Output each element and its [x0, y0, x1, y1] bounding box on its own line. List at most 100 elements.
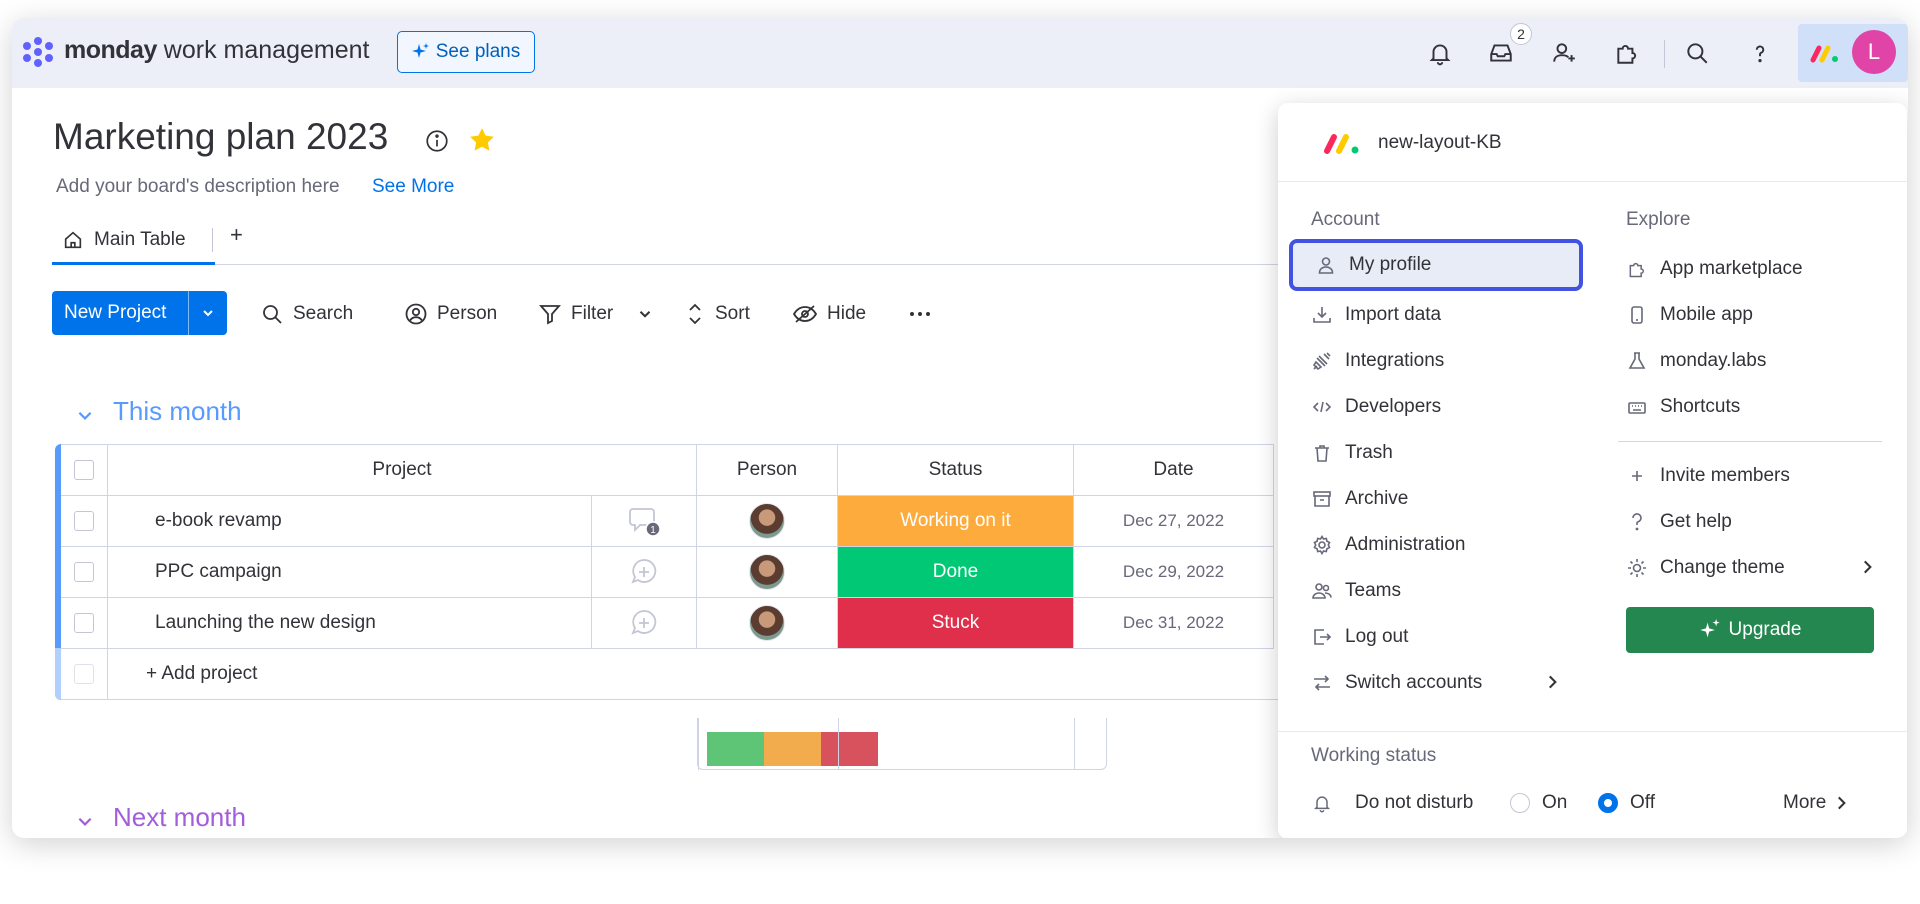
- updates-cell[interactable]: [592, 598, 697, 649]
- menu-item-teams[interactable]: Teams: [1311, 571, 1401, 611]
- add-update-icon: [631, 610, 657, 635]
- menu-item-change-theme[interactable]: Change theme: [1626, 548, 1785, 588]
- menu-item-import-data[interactable]: Import data: [1311, 295, 1441, 335]
- column-header-person[interactable]: Person: [697, 444, 838, 496]
- apps-puzzle-icon[interactable]: [1610, 36, 1644, 70]
- sort-label: Sort: [715, 303, 750, 324]
- summary-segment-working[interactable]: [764, 732, 821, 766]
- column-header-date[interactable]: Date: [1074, 444, 1274, 496]
- project-name-cell[interactable]: PPC campaign: [108, 547, 592, 598]
- person-filter-tool[interactable]: Person: [404, 298, 497, 330]
- help-icon[interactable]: [1743, 36, 1777, 70]
- split-divider: [188, 291, 189, 335]
- sort-tool[interactable]: Sort: [684, 298, 750, 330]
- add-project-input[interactable]: + Add project: [108, 649, 1295, 700]
- see-more-link[interactable]: See More: [372, 176, 454, 198]
- updates-cell[interactable]: 1: [592, 496, 697, 547]
- menu-item-label: Shortcuts: [1660, 396, 1741, 417]
- menu-item-integrations[interactable]: Integrations: [1311, 341, 1444, 381]
- menu-item-monday-labs[interactable]: monday.labs: [1626, 341, 1766, 381]
- project-name-cell[interactable]: e-book revamp: [108, 496, 592, 547]
- filter-label: Filter: [571, 303, 614, 324]
- add-row-checkbox-cell: [61, 649, 108, 700]
- menu-item-label: Change theme: [1660, 557, 1785, 578]
- status-cell[interactable]: Stuck: [838, 598, 1074, 649]
- menu-item-mobile-app[interactable]: Mobile app: [1626, 295, 1753, 335]
- row-checkbox[interactable]: [74, 562, 94, 582]
- tab-main-table[interactable]: Main Table: [52, 216, 214, 264]
- filter-tool[interactable]: Filter: [538, 298, 613, 330]
- menu-item-administration[interactable]: Administration: [1311, 525, 1465, 565]
- upgrade-button[interactable]: Upgrade: [1626, 607, 1874, 653]
- radio-off-selected[interactable]: [1598, 793, 1618, 813]
- person-cell[interactable]: [697, 496, 838, 547]
- search-icon[interactable]: [1680, 36, 1714, 70]
- menu-item-my-profile[interactable]: My profile: [1289, 239, 1583, 291]
- chevron-down-icon[interactable]: [76, 812, 94, 830]
- menu-item-trash[interactable]: Trash: [1311, 433, 1393, 473]
- more-label: More: [1783, 792, 1827, 813]
- app-window: monday work management See plans 2 L Mar…: [12, 18, 1908, 838]
- info-icon[interactable]: [424, 128, 450, 159]
- dnd-on-radio[interactable]: On: [1510, 783, 1567, 823]
- summary-segment-stuck[interactable]: [821, 732, 878, 766]
- more-actions-icon[interactable]: [908, 298, 932, 330]
- chevron-right-icon: [1549, 675, 1557, 689]
- header-checkbox-cell: [61, 444, 108, 496]
- new-project-button[interactable]: New Project: [52, 291, 227, 335]
- do-not-disturb-label: Do not disturb: [1311, 783, 1473, 823]
- column-header-status[interactable]: Status: [838, 444, 1074, 496]
- working-status-title: Working status: [1311, 745, 1437, 766]
- chevron-down-icon[interactable]: [76, 406, 94, 424]
- monday-logo-icon[interactable]: [18, 34, 58, 70]
- date-cell[interactable]: Dec 29, 2022: [1074, 547, 1274, 598]
- see-plans-button[interactable]: See plans: [397, 31, 535, 73]
- menu-item-shortcuts[interactable]: Shortcuts: [1626, 387, 1740, 427]
- menu-item-app-marketplace[interactable]: App marketplace: [1626, 249, 1803, 289]
- working-status-more[interactable]: More: [1783, 783, 1850, 823]
- search-tool[interactable]: Search: [260, 298, 353, 330]
- group-title-next-month[interactable]: Next month: [113, 802, 246, 833]
- menu-item-switch-accounts[interactable]: Switch accounts: [1311, 663, 1482, 703]
- date-cell[interactable]: Dec 31, 2022: [1074, 598, 1274, 649]
- menu-item-archive[interactable]: Archive: [1311, 479, 1408, 519]
- user-avatar[interactable]: L: [1852, 30, 1896, 74]
- board-description[interactable]: Add your board's description here: [56, 176, 340, 198]
- dnd-off-radio[interactable]: Off: [1598, 783, 1655, 823]
- add-view-button[interactable]: +: [230, 222, 243, 248]
- row-checkbox[interactable]: [74, 511, 94, 531]
- summary-segment-done[interactable]: [707, 732, 764, 766]
- date-cell[interactable]: Dec 27, 2022: [1074, 496, 1274, 547]
- new-project-dropdown[interactable]: [189, 305, 227, 321]
- filter-dropdown[interactable]: [636, 298, 654, 330]
- menu-item-invite-members[interactable]: Invite members: [1626, 456, 1790, 496]
- summary-divider: [838, 718, 839, 770]
- sparkle-icon: [1699, 619, 1720, 638]
- invite-user-icon[interactable]: [1547, 36, 1581, 70]
- row-checkbox[interactable]: [74, 613, 94, 633]
- favorite-star-icon[interactable]: [467, 125, 497, 160]
- puzzle-icon: [1626, 259, 1648, 279]
- updates-cell[interactable]: [592, 547, 697, 598]
- menu-item-get-help[interactable]: Get help: [1626, 502, 1732, 542]
- person-cell[interactable]: [697, 547, 838, 598]
- status-cell[interactable]: Working on it: [838, 496, 1074, 547]
- notifications-bell-icon[interactable]: [1423, 36, 1457, 70]
- hide-tool[interactable]: Hide: [792, 298, 866, 330]
- group-title-this-month[interactable]: This month: [113, 396, 242, 427]
- menu-item-label: Teams: [1345, 580, 1401, 601]
- group-table: Project Person Status Date e-book revamp…: [55, 444, 1295, 700]
- status-cell[interactable]: Done: [838, 547, 1074, 598]
- project-name-cell[interactable]: Launching the new design: [108, 598, 592, 649]
- person-cell[interactable]: [697, 598, 838, 649]
- menu-item-developers[interactable]: Developers: [1311, 387, 1441, 427]
- conversation-icon: 1: [629, 508, 661, 537]
- column-header-project[interactable]: Project: [108, 444, 697, 496]
- brand-name: monday work management: [64, 36, 370, 64]
- board-title[interactable]: Marketing plan 2023: [53, 116, 388, 158]
- monday-color-logo-icon: [1810, 45, 1838, 63]
- radio-on[interactable]: [1510, 793, 1530, 813]
- menu-divider: [1278, 731, 1907, 732]
- select-all-checkbox[interactable]: [74, 460, 94, 480]
- menu-item-log-out[interactable]: Log out: [1311, 617, 1408, 657]
